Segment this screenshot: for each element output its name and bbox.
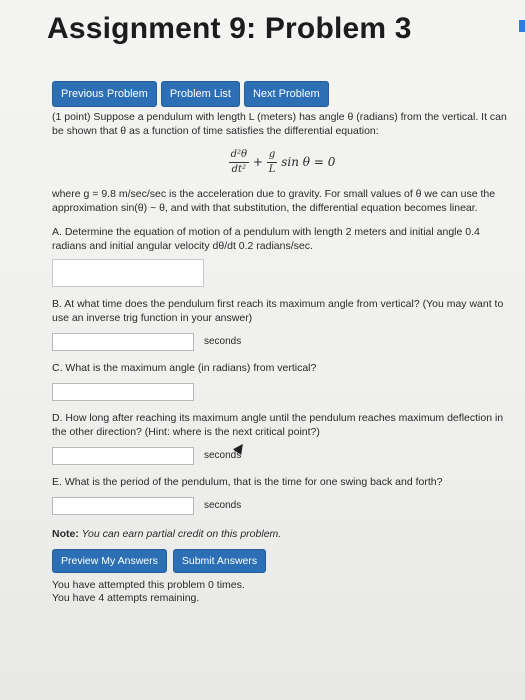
attempts-remaining: You have 4 attempts remaining. — [52, 592, 200, 604]
next-problem-button[interactable]: Next Problem — [243, 81, 329, 107]
answer-actions: Preview My Answers Submit Answers — [52, 549, 512, 573]
problem-body: (1 point) Suppose a pendulum with length… — [52, 110, 512, 605]
submit-answers-button[interactable]: Submit Answers — [172, 549, 267, 573]
page-title: Assignment 9: Problem 3 — [47, 12, 412, 45]
second-derivative-fraction: d²θ dt² — [228, 148, 250, 177]
equation-rest: sin θ = 0 — [281, 155, 336, 169]
differential-equation: d²θ dt² + g L sin θ = 0 — [52, 148, 512, 177]
answer-e-unit: seconds — [204, 500, 242, 511]
fraction-denominator: L — [268, 164, 276, 175]
question-c: C. What is the maximum angle (in radians… — [52, 362, 317, 374]
g-over-l-fraction: g L — [266, 148, 278, 177]
fraction-denominator: dt² — [231, 164, 247, 175]
preview-answers-button[interactable]: Preview My Answers — [52, 549, 167, 573]
answer-d-row: seconds — [52, 447, 512, 465]
answer-c-input[interactable] — [52, 383, 194, 401]
attempt-status: You have attempted this problem 0 times.… — [52, 579, 512, 605]
answer-d-input[interactable] — [52, 447, 194, 465]
fraction-numerator: d²θ — [228, 148, 250, 163]
question-a: A. Determine the equation of motion of a… — [52, 226, 480, 252]
accent-edge — [519, 20, 525, 32]
answer-e-input[interactable] — [52, 497, 194, 515]
answer-b-unit: seconds — [204, 336, 242, 347]
problem-list-button[interactable]: Problem List — [160, 81, 240, 107]
page: Assignment 9: Problem 3 Previous Problem… — [0, 0, 525, 700]
partial-credit-note: Note: You can earn partial credit on thi… — [52, 527, 512, 541]
problem-intro: (1 point) Suppose a pendulum with length… — [52, 111, 507, 137]
answer-e-row: seconds — [52, 497, 512, 515]
fraction-numerator: g — [266, 148, 278, 163]
attempts-made: You have attempted this problem 0 times. — [52, 579, 245, 591]
plus-sign: + — [252, 155, 263, 169]
question-b: B. At what time does the pendulum first … — [52, 298, 504, 324]
previous-problem-button[interactable]: Previous Problem — [52, 81, 157, 107]
gravity-text: where g = 9.8 m/sec/sec is the accelerat… — [52, 188, 496, 214]
note-text: You can earn partial credit on this prob… — [81, 528, 282, 540]
answer-b-row: seconds — [52, 333, 512, 351]
answer-a-input[interactable] — [52, 259, 204, 287]
question-e: E. What is the period of the pendulum, t… — [52, 476, 443, 488]
note-label: Note: — [52, 528, 79, 540]
answer-c-row — [52, 383, 512, 401]
question-d: D. How long after reaching its maximum a… — [52, 412, 504, 438]
answer-b-input[interactable] — [52, 333, 194, 351]
problem-nav: Previous Problem Problem List Next Probl… — [52, 81, 329, 107]
